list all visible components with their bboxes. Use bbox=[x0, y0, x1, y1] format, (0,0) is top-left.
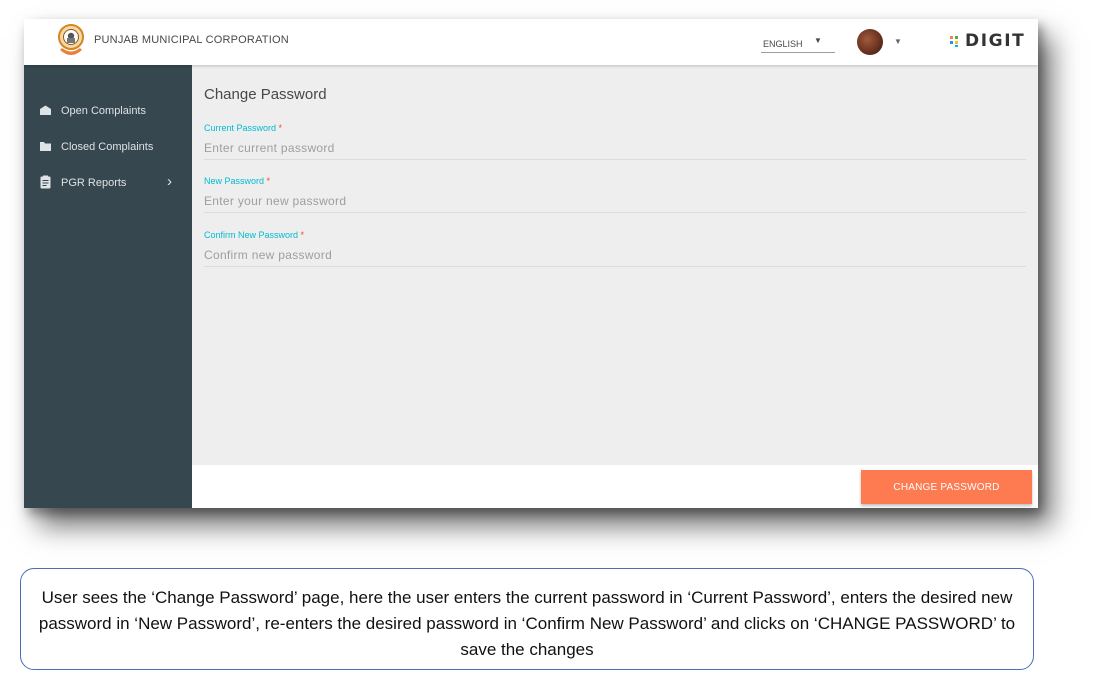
confirm-password-input[interactable] bbox=[204, 244, 1026, 267]
top-header: PUNJAB MUNICIPAL CORPORATION ENGLISH ▼ ▼… bbox=[24, 19, 1038, 65]
sidebar-item-label: Closed Complaints bbox=[61, 141, 154, 153]
envelope-open-icon bbox=[40, 105, 51, 115]
digit-dots-icon bbox=[950, 36, 958, 47]
chevron-down-icon: ▼ bbox=[814, 36, 822, 45]
language-value: ENGLISH bbox=[763, 39, 803, 49]
language-select[interactable]: ENGLISH ▼ bbox=[761, 36, 835, 53]
app-window: PUNJAB MUNICIPAL CORPORATION ENGLISH ▼ ▼… bbox=[24, 19, 1038, 508]
punjab-emblem-logo bbox=[58, 24, 84, 55]
clipboard-icon bbox=[40, 175, 51, 189]
required-marker: * bbox=[278, 123, 283, 133]
new-password-label: New Password * bbox=[204, 176, 271, 186]
current-password-label: Current Password * bbox=[204, 123, 283, 133]
main-content: Change Password Current Password * New P… bbox=[192, 65, 1038, 508]
folder-icon bbox=[40, 142, 51, 151]
sidebar-item-pgr-reports[interactable]: PGR Reports › bbox=[24, 168, 192, 198]
action-footer: CHANGE PASSWORD bbox=[192, 465, 1038, 508]
page-title: Change Password bbox=[204, 86, 327, 103]
user-avatar[interactable] bbox=[857, 29, 883, 55]
change-password-button[interactable]: CHANGE PASSWORD bbox=[861, 470, 1032, 504]
sidebar-item-label: Open Complaints bbox=[61, 105, 146, 117]
current-password-field: Current Password * bbox=[204, 123, 1026, 163]
digit-wordmark: DIGIT bbox=[965, 31, 1026, 51]
instruction-caption-text: User sees the ‘Change Password’ page, he… bbox=[38, 588, 1016, 659]
sidebar: Open Complaints Closed Complaints PGR Re… bbox=[24, 65, 192, 508]
confirm-password-label: Confirm New Password * bbox=[204, 230, 305, 240]
new-password-field: New Password * bbox=[204, 176, 1026, 216]
new-password-input[interactable] bbox=[204, 190, 1026, 213]
sidebar-item-closed-complaints[interactable]: Closed Complaints bbox=[24, 132, 192, 162]
confirm-password-field: Confirm New Password * bbox=[204, 230, 1026, 270]
current-password-input[interactable] bbox=[204, 137, 1026, 160]
sidebar-item-label: PGR Reports bbox=[61, 177, 127, 189]
required-marker: * bbox=[266, 176, 271, 186]
avatar-dropdown-icon[interactable]: ▼ bbox=[894, 37, 902, 46]
corporation-name: PUNJAB MUNICIPAL CORPORATION bbox=[94, 34, 289, 46]
chevron-right-icon: › bbox=[167, 173, 172, 190]
sidebar-item-open-complaints[interactable]: Open Complaints bbox=[24, 96, 192, 126]
instruction-caption-box: User sees the ‘Change Password’ page, he… bbox=[20, 568, 1034, 670]
required-marker: * bbox=[300, 230, 305, 240]
